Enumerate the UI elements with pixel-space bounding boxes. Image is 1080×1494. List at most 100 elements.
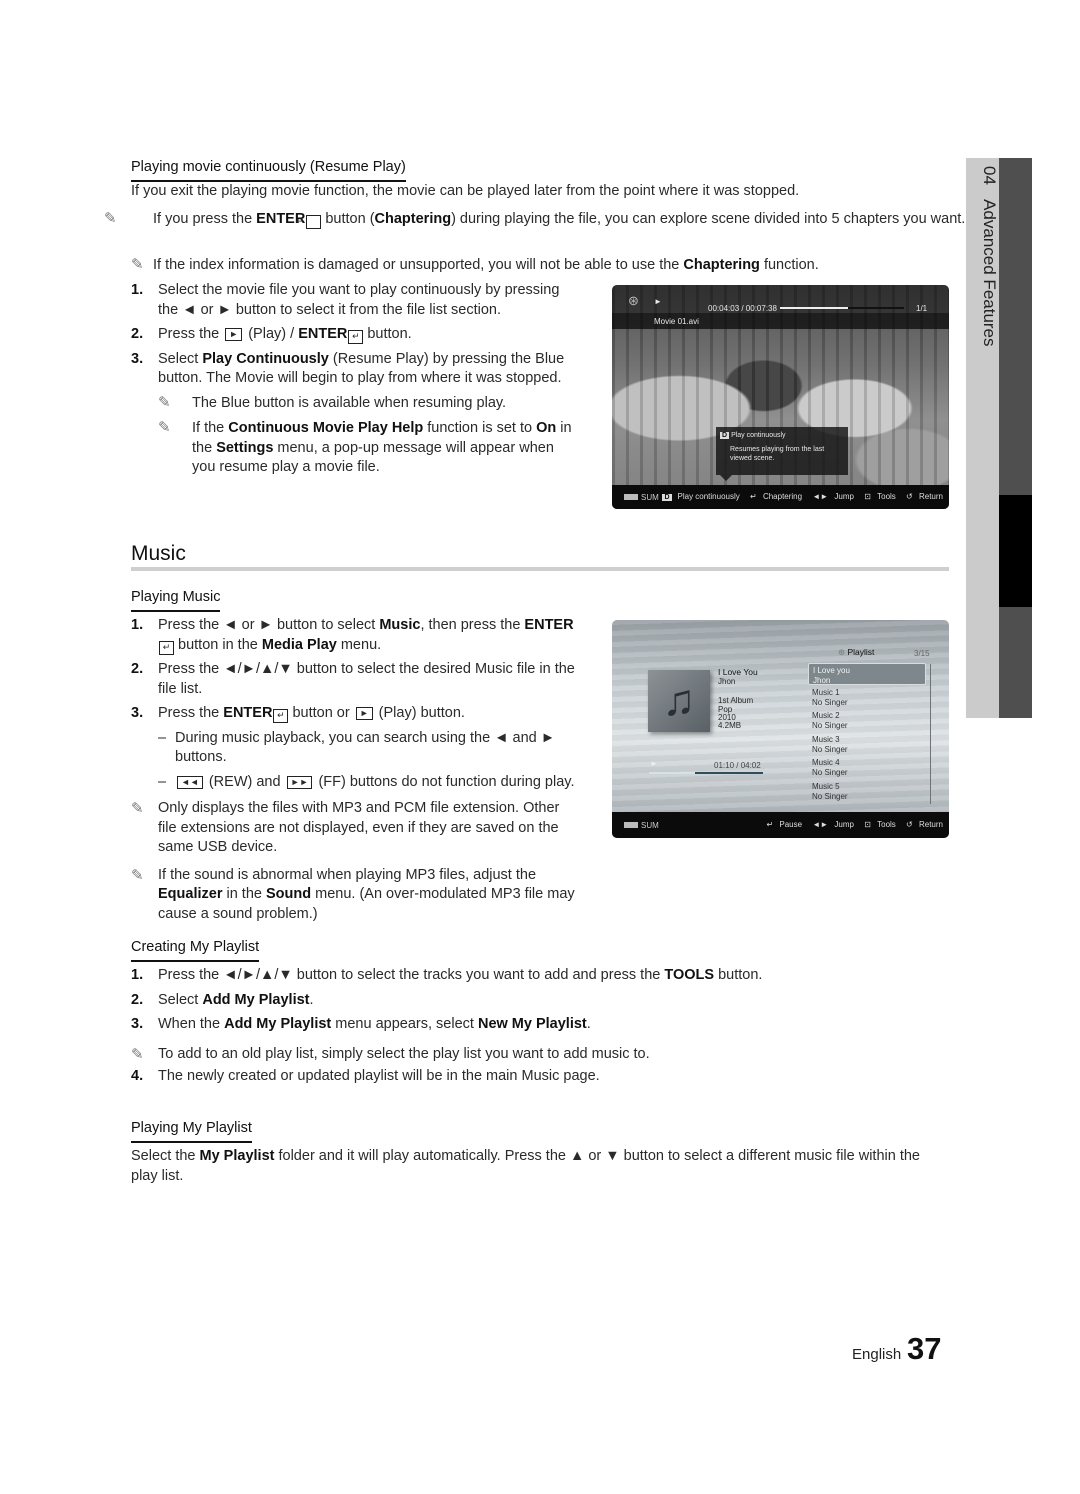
note-icon: ✎ bbox=[131, 800, 144, 817]
music-time: 01:10 / 04:02 bbox=[714, 761, 761, 770]
music-step-2: 2. Press the ◄/►/▲/▼ button to select th… bbox=[131, 661, 575, 697]
music-dash-1: – During music playback, you can search … bbox=[158, 729, 556, 766]
left-right-arrows-icon: ◄► bbox=[812, 820, 829, 829]
tools-icon: ⊡ bbox=[864, 820, 871, 829]
now-playing-size: 4.2MB bbox=[718, 721, 742, 730]
playlist-item-title: I Love you bbox=[813, 666, 850, 675]
playlist-item-title: Music 4 bbox=[812, 758, 840, 767]
now-playing-album: 1st Album bbox=[718, 696, 754, 705]
music-progress-bar[interactable] bbox=[649, 772, 763, 774]
music-dash-2: – ◄◄ (REW) and ►► (FF) buttons do not fu… bbox=[158, 773, 575, 790]
footer-return[interactable]: ↺ Return bbox=[902, 820, 943, 829]
music-player-screenshot: ⊛ Playlist 3/15 ♫ I Love You Jhon 1st Al… bbox=[612, 620, 949, 838]
playing-playlist-heading-wrap: Playing My Playlist bbox=[131, 1119, 252, 1143]
rew-key-icon: ◄◄ bbox=[177, 775, 203, 789]
playing-playlist-text: Select the My Playlist folder and it wil… bbox=[131, 1148, 920, 1184]
chapter-bar-active-marker bbox=[999, 495, 1032, 607]
resume-steps: 1. Select the movie file you want to pla… bbox=[131, 281, 576, 478]
movie-page-count: 1/1 bbox=[916, 304, 928, 313]
playlist-disc-icon: ⊛ bbox=[838, 647, 846, 657]
now-playing-artist: Jhon bbox=[718, 677, 736, 686]
playlist-item-title: Music 3 bbox=[812, 735, 840, 744]
playlist-scrollbar[interactable] bbox=[930, 664, 931, 804]
movie-time: 00:04:03 / 00:07:38 bbox=[708, 304, 777, 313]
creating-steps: 1. Press the ◄/►/▲/▼ button to select th… bbox=[131, 966, 951, 1087]
resume-popup: D Play continuously Resumes playing from … bbox=[716, 427, 848, 475]
music-step-3: 3. Press the ENTER ↵ button or ► (Play) b… bbox=[131, 705, 465, 723]
playlist-item-artist: No Singer bbox=[812, 744, 848, 754]
creating-heading-wrap: Creating My Playlist bbox=[131, 938, 260, 962]
resume-note-1: ✎ If you press the ENTER↵ button (Chapter… bbox=[104, 210, 966, 229]
playlist-item-artist: No Singer bbox=[812, 767, 848, 777]
movie-footer-bar: SUM D Play continuously ↵ Chaptering ◄► J… bbox=[612, 485, 949, 509]
footer-tools[interactable]: ⊡ Tools bbox=[860, 820, 896, 829]
footer-pause[interactable]: ↵ Pause bbox=[762, 820, 802, 829]
enter-icon: ↵ bbox=[297, 215, 322, 229]
playlist-item-artist: No Singer bbox=[812, 720, 848, 730]
playlist-item[interactable]: Music 4 No Singer bbox=[808, 756, 926, 778]
music-footer-hints: ↵ Pause ◄► Jump ⊡ Tools ↺ Return bbox=[758, 820, 943, 829]
music-title-divider bbox=[131, 567, 949, 571]
blue-d-button-icon: D bbox=[662, 494, 672, 501]
note-icon: ✎ bbox=[131, 866, 144, 884]
music-steps: 1. Press the ◄ or ► button to select Mus… bbox=[131, 616, 576, 924]
playlist-item[interactable]: Music 2 No Singer bbox=[808, 709, 926, 731]
creating-step-4: 4. The newly created or updated playlist… bbox=[131, 1068, 600, 1084]
resume-step-3: 3. Select Play Continuously (Resume Play… bbox=[131, 350, 565, 387]
playlist-item-title: Music 5 bbox=[812, 782, 840, 791]
playlist-label: ⊛ Playlist bbox=[838, 647, 875, 657]
popup-title: D Play continuously bbox=[720, 432, 786, 439]
play-status-icon: ► bbox=[650, 759, 658, 768]
footer-play-continuously[interactable]: D Play continuously bbox=[658, 492, 740, 501]
note-icon: ✎ bbox=[158, 419, 171, 436]
playlist-count: 3/15 bbox=[914, 649, 930, 658]
playlist-item[interactable]: Music 1 No Singer bbox=[808, 686, 926, 708]
movie-footer-hints: D Play continuously ↵ Chaptering ◄► Jump … bbox=[654, 492, 943, 501]
album-art: ♫ bbox=[648, 670, 710, 732]
enter-icon: ↵ bbox=[348, 330, 364, 344]
movie-player-screenshot: ⊛ ► 00:04:03 / 00:07:38 1/1 Movie 01.avi… bbox=[612, 285, 949, 509]
footer-chaptering[interactable]: ↵ Chaptering bbox=[746, 492, 802, 501]
creating-step-2: 2. Select Add My Playlist. bbox=[131, 991, 314, 1008]
note-icon: ✎ bbox=[104, 210, 117, 227]
play-status-icon: ► bbox=[654, 297, 662, 306]
enter-icon: ↵ bbox=[159, 640, 174, 655]
playlist-item[interactable]: Music 5 No Singer bbox=[808, 780, 926, 802]
music-footer-bar: SUM ↵ Pause ◄► Jump ⊡ Tools ↺ Return bbox=[612, 812, 949, 838]
enter-icon: ↵ bbox=[766, 820, 774, 829]
resume-intro: If you exit the playing movie function, … bbox=[131, 183, 800, 199]
footer-jump[interactable]: ◄► Jump bbox=[808, 492, 854, 501]
note-icon: ✎ bbox=[158, 393, 171, 411]
movie-progress-bar[interactable] bbox=[780, 307, 904, 309]
usb-icon bbox=[624, 822, 638, 828]
enter-icon: ↵ bbox=[273, 709, 289, 723]
ff-key-icon: ►► bbox=[286, 775, 313, 789]
enter-icon: ↵ bbox=[750, 492, 757, 501]
resume-subnote-1: ✎ The Blue button is available when resum… bbox=[158, 393, 507, 411]
return-icon: ↺ bbox=[906, 492, 913, 501]
resume-step-1: 1. Select the movie file you want to pla… bbox=[131, 282, 560, 318]
music-progress-fill bbox=[649, 772, 695, 774]
creating-step-3: 3. When the Add My Playlist menu appears… bbox=[131, 1016, 591, 1032]
creating-playlist-heading: Creating My Playlist bbox=[131, 938, 260, 962]
music-note-1: ✎ Only displays the files with MP3 and P… bbox=[131, 800, 560, 855]
play-key-icon: ► bbox=[355, 707, 373, 720]
usb-icon bbox=[624, 494, 638, 500]
footer-tools[interactable]: ⊡ Tools bbox=[860, 492, 896, 501]
resume-subnote-2: ✎ If the Continuous Movie Play Help funct… bbox=[158, 419, 572, 475]
footer-jump[interactable]: ◄► Jump bbox=[808, 820, 854, 829]
playing-playlist-heading: Playing My Playlist bbox=[131, 1119, 252, 1143]
movie-filename: Movie 01.avi bbox=[654, 317, 699, 326]
creating-step-1: 1. Press the ◄/►/▲/▼ button to select th… bbox=[131, 967, 763, 983]
resume-step-2: 2. Press the ► (Play) / ENTER ↵ button. bbox=[131, 326, 412, 344]
music-section-title: Music bbox=[131, 542, 186, 565]
footer-return[interactable]: ↺ Return bbox=[902, 492, 943, 501]
footer-language: English bbox=[852, 1346, 902, 1363]
blue-d-button-icon: D bbox=[720, 432, 730, 439]
playlist-item[interactable]: I Love you Jhon bbox=[808, 663, 926, 685]
page-number: 37 bbox=[907, 1331, 942, 1366]
popup-text: Resumes playing from the last viewed sce… bbox=[730, 446, 825, 462]
playlist-item[interactable]: Music 3 No Singer bbox=[808, 733, 926, 755]
note-icon: ✎ bbox=[131, 256, 144, 273]
note-icon: ✎ bbox=[131, 1045, 144, 1063]
